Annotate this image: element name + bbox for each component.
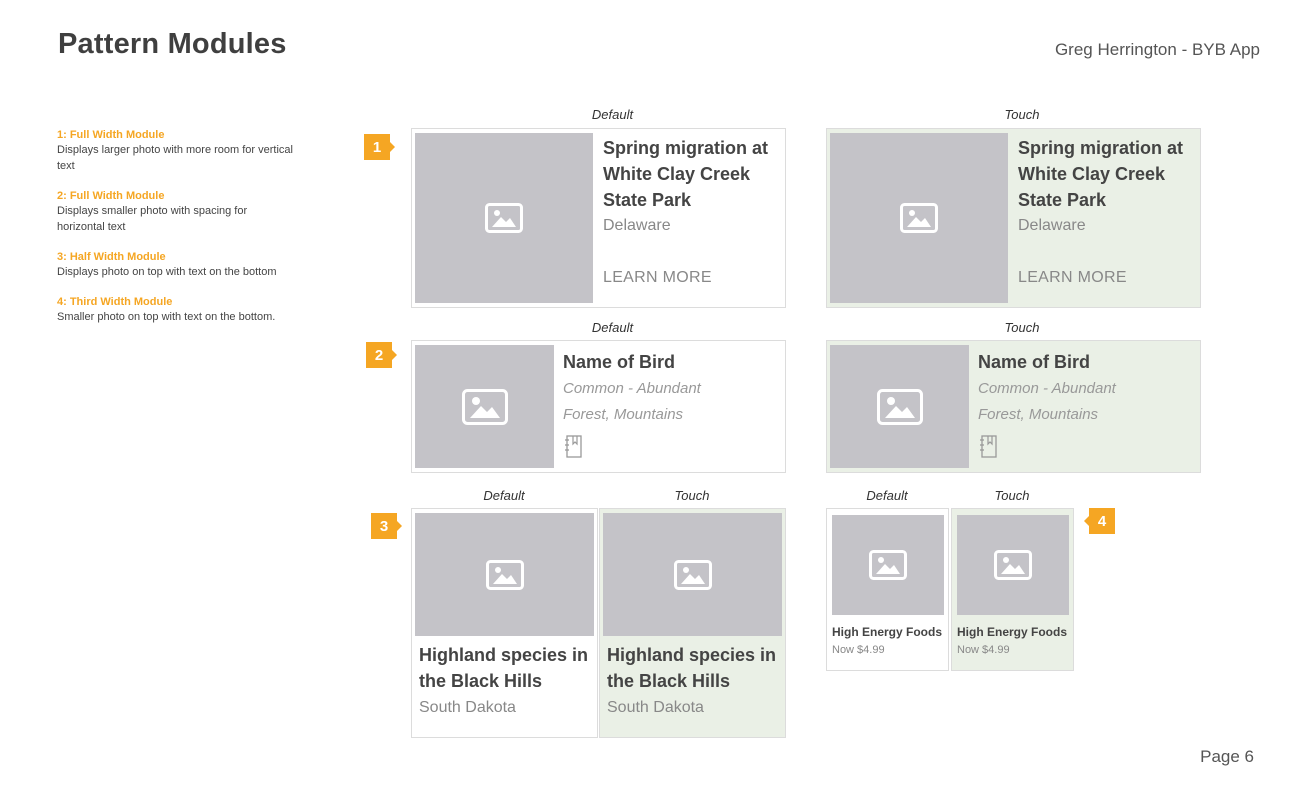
legend-item: 2: Full Width Module Displays smaller ph… bbox=[57, 189, 297, 235]
module-3-card-default[interactable]: Highland species in the Black Hills Sout… bbox=[411, 508, 598, 738]
module-4-price: Now $4.99 bbox=[957, 644, 1010, 656]
legend-item: 4: Third Width Module Smaller photo on t… bbox=[57, 295, 297, 325]
module-1-location: Delaware bbox=[1018, 217, 1086, 234]
bird-name: Name of Bird bbox=[563, 352, 676, 372]
state-label-touch: Touch bbox=[1004, 320, 1040, 335]
image-placeholder-icon bbox=[900, 203, 938, 233]
module-2-card-default[interactable]: Name of Bird Common - Abundant Forest, M… bbox=[411, 340, 786, 473]
module-3-location: South Dakota bbox=[419, 699, 516, 716]
field-notebook-icon[interactable] bbox=[563, 435, 583, 459]
module-1-card-touch[interactable]: Spring migration at White Clay Creek Sta… bbox=[826, 128, 1201, 308]
module-2-photo bbox=[415, 345, 554, 468]
bird-abundance: Common - Abundant bbox=[563, 380, 701, 397]
learn-more-link[interactable]: LEARN MORE bbox=[1018, 269, 1127, 287]
legend-item: 1: Full Width Module Displays larger pho… bbox=[57, 128, 297, 174]
image-placeholder-icon bbox=[461, 388, 508, 425]
state-label-touch: Touch bbox=[994, 488, 1030, 503]
module-1-card-default[interactable]: Spring migration at White Clay Creek Sta… bbox=[411, 128, 786, 308]
legend-title: 1: Full Width Module bbox=[57, 129, 165, 141]
module-1-photo bbox=[415, 133, 593, 303]
bird-abundance: Common - Abundant bbox=[978, 380, 1116, 397]
legend-item: 3: Half Width Module Displays photo on t… bbox=[57, 250, 297, 280]
learn-more-link[interactable]: LEARN MORE bbox=[603, 269, 712, 287]
module-1-photo bbox=[830, 133, 1008, 303]
state-label-default: Default bbox=[591, 107, 634, 122]
module-3-title: Highland species in the Black Hills bbox=[419, 645, 589, 691]
bird-name: Name of Bird bbox=[978, 352, 1091, 372]
page-number: Page 6 bbox=[1200, 747, 1254, 766]
legend-title: 2: Full Width Module bbox=[57, 190, 165, 202]
bird-habitat: Forest, Mountains bbox=[563, 406, 684, 423]
module-marker-4: 4 bbox=[1084, 508, 1115, 534]
module-4-photo bbox=[957, 515, 1069, 615]
page-title: Pattern Modules bbox=[58, 28, 287, 60]
module-1-title: Spring migration at White Clay Creek Sta… bbox=[1018, 138, 1184, 210]
module-3-photo bbox=[415, 513, 594, 636]
module-3-title: Highland species in the Black Hills bbox=[607, 645, 777, 691]
legend-description: Displays larger photo with more room for… bbox=[57, 144, 293, 172]
image-placeholder-icon bbox=[994, 550, 1032, 580]
module-2-photo bbox=[830, 345, 969, 468]
module-marker-3: 3 bbox=[371, 513, 402, 539]
module-4-title: High Energy Foods bbox=[957, 625, 1068, 639]
module-4-card-touch[interactable]: High Energy Foods Now $4.99 bbox=[951, 508, 1074, 671]
author-label: Greg Herrington - BYB App bbox=[1054, 40, 1260, 59]
image-placeholder-icon bbox=[485, 559, 524, 590]
image-placeholder-icon bbox=[673, 559, 712, 590]
module-4-price: Now $4.99 bbox=[832, 644, 885, 656]
state-label-touch: Touch bbox=[674, 488, 710, 503]
bird-habitat: Forest, Mountains bbox=[978, 406, 1099, 423]
image-placeholder-icon bbox=[876, 388, 923, 425]
legend-description: Displays photo on top with text on the b… bbox=[57, 266, 277, 278]
module-1-location: Delaware bbox=[603, 217, 671, 234]
field-notebook-icon[interactable] bbox=[978, 435, 998, 459]
module-4-photo bbox=[832, 515, 944, 615]
module-4-title: High Energy Foods bbox=[832, 625, 943, 639]
module-3-photo bbox=[603, 513, 782, 636]
module-3-card-touch[interactable]: Highland species in the Black Hills Sout… bbox=[599, 508, 786, 738]
legend-title: 3: Half Width Module bbox=[57, 251, 166, 263]
image-placeholder-icon bbox=[485, 203, 523, 233]
state-label-default: Default bbox=[591, 320, 634, 335]
module-marker-1: 1 bbox=[364, 134, 395, 160]
state-label-default: Default bbox=[483, 488, 525, 503]
legend: 1: Full Width Module Displays larger pho… bbox=[57, 128, 297, 340]
state-label-touch: Touch bbox=[1004, 107, 1040, 122]
state-label-default: Default bbox=[866, 488, 908, 503]
legend-description: Displays smaller photo with spacing for … bbox=[57, 205, 248, 233]
legend-title: 4: Third Width Module bbox=[57, 296, 173, 308]
module-marker-2: 2 bbox=[366, 342, 397, 368]
module-3-location: South Dakota bbox=[607, 699, 704, 716]
module-2-card-touch[interactable]: Name of Bird Common - Abundant Forest, M… bbox=[826, 340, 1201, 473]
legend-description: Smaller photo on top with text on the bo… bbox=[57, 311, 276, 323]
module-4-card-default[interactable]: High Energy Foods Now $4.99 bbox=[826, 508, 949, 671]
image-placeholder-icon bbox=[869, 550, 907, 580]
module-1-title: Spring migration at White Clay Creek Sta… bbox=[603, 138, 769, 210]
